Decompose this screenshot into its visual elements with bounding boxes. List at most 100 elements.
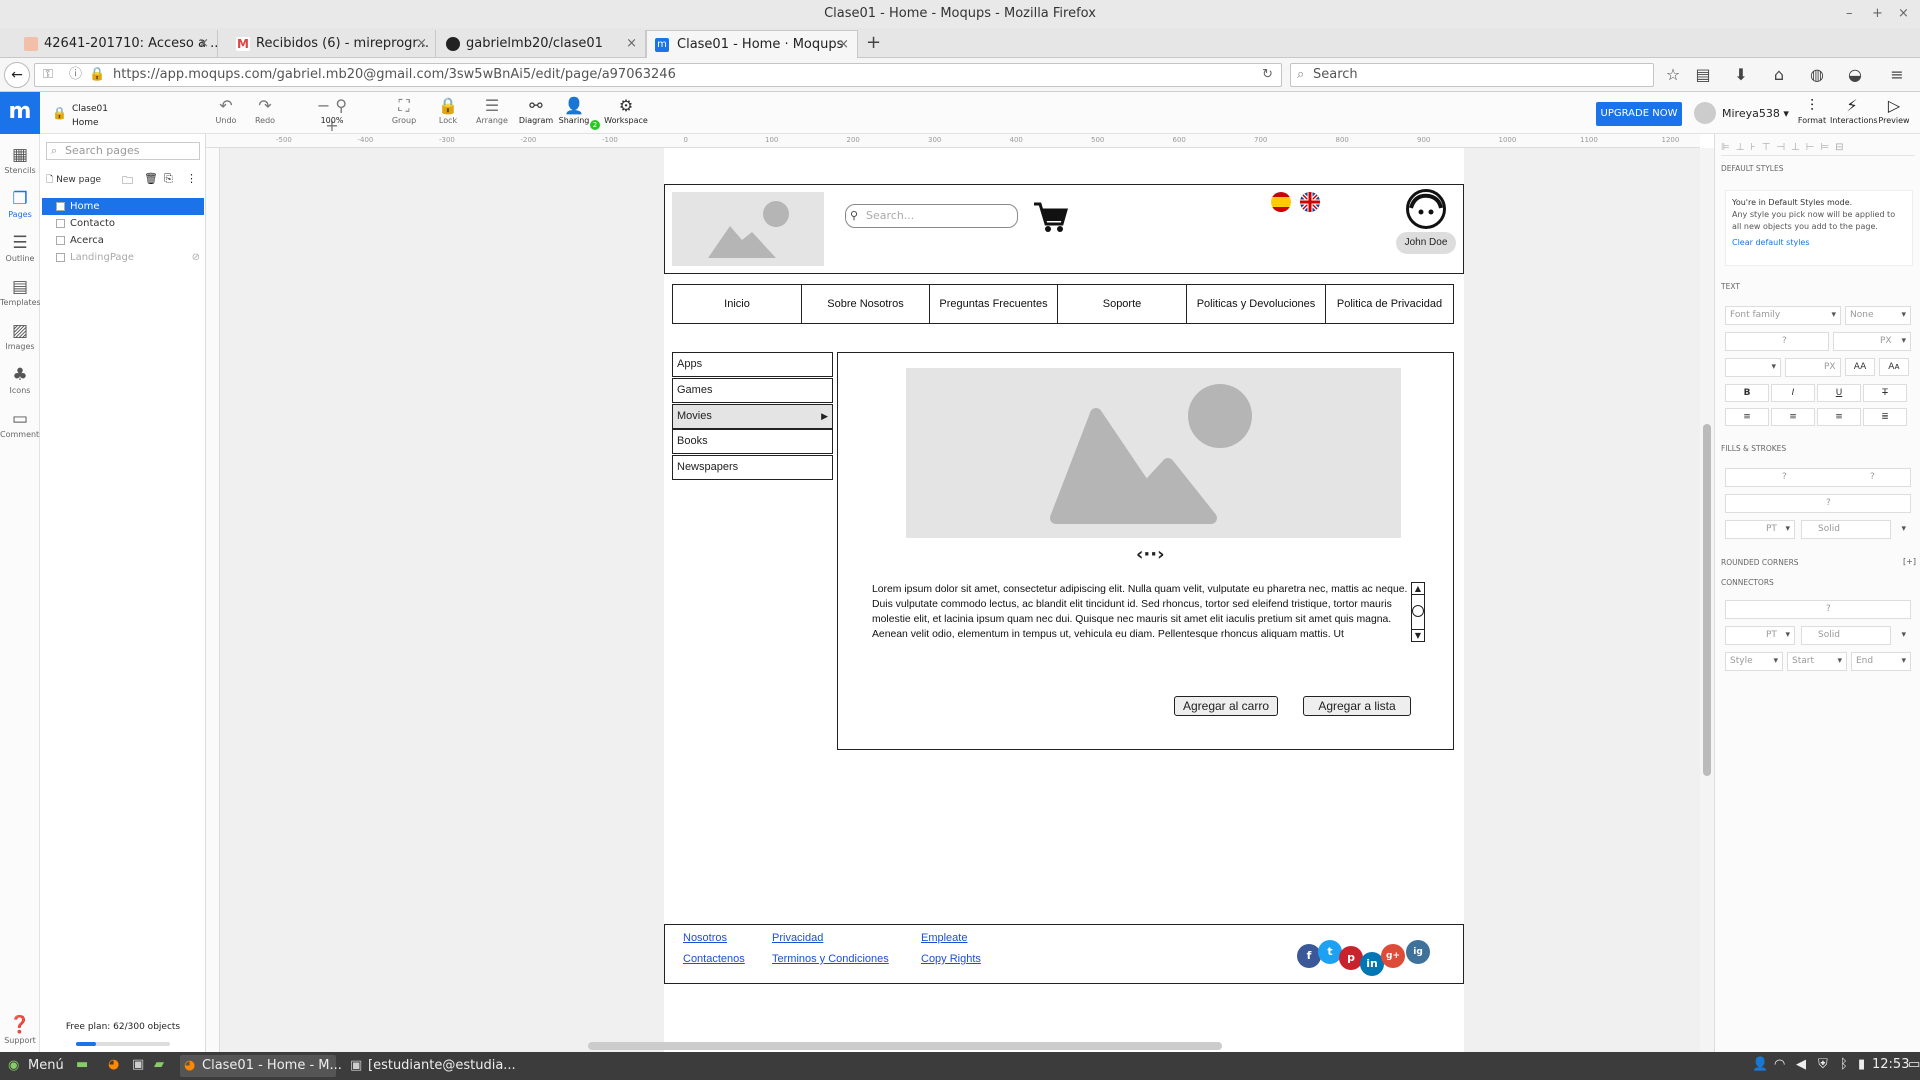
tab-close-icon[interactable]: × <box>416 30 427 58</box>
hidden-eye-icon[interactable]: ⊘ <box>192 249 200 266</box>
add-to-list-button[interactable]: Agregar a lista <box>1303 696 1411 716</box>
instagram-icon[interactable]: ig <box>1406 940 1430 964</box>
terminal-launcher-icon[interactable]: ▣ <box>132 1057 144 1072</box>
menu-item-apps[interactable]: Apps <box>672 352 833 377</box>
page-item-landingpage[interactable]: LandingPage ⊘ <box>42 249 204 266</box>
menu-item-books[interactable]: Books <box>672 429 833 454</box>
arrange-button[interactable]: ☰ Arrange <box>470 96 514 125</box>
description-scrollbar[interactable]: ▲ ▼ <box>1411 582 1425 642</box>
shield-icon[interactable]: ⛨ <box>1818 1057 1828 1072</box>
new-tab-icon[interactable]: + <box>866 32 881 53</box>
connector-color-field[interactable]: ? <box>1725 600 1911 619</box>
cart-icon[interactable] <box>1032 200 1068 237</box>
notifications-icon[interactable]: ▭ <box>1908 1057 1920 1072</box>
font-color-field[interactable]: ? <box>1725 332 1829 351</box>
align-center-icon[interactable]: ≡ <box>1771 408 1815 426</box>
scroll-thumb[interactable] <box>1412 605 1424 617</box>
underline-button[interactable]: U <box>1817 384 1861 402</box>
reading-list-icon[interactable]: ▤ <box>1692 64 1714 86</box>
page-item-acerca[interactable]: Acerca <box>42 232 204 249</box>
chat-icon[interactable]: ◍ <box>1806 64 1828 86</box>
rail-images[interactable]: ▨ Images <box>0 320 40 351</box>
page-item-contacto[interactable]: Contacto <box>42 215 204 232</box>
redo-button[interactable]: ↷ Redo <box>243 96 287 125</box>
rail-templates[interactable]: ▤ Templates <box>0 276 41 307</box>
reload-icon[interactable]: ↻ <box>1262 64 1273 86</box>
nav-preguntas-frecuentes[interactable]: Preguntas Frecuentes <box>930 285 1058 323</box>
battery-icon[interactable]: ▮ <box>1858 1057 1865 1072</box>
uk-flag-icon[interactable] <box>1300 192 1320 212</box>
page-item-home[interactable]: Home <box>42 198 204 215</box>
strikethrough-button[interactable]: T <box>1863 384 1907 402</box>
maximize-icon[interactable]: + <box>1872 0 1883 28</box>
tab-gmail[interactable]: M Recibidos (6) - mireprogr... × <box>218 30 436 58</box>
search-pages-input[interactable]: ⌕ Search pages <box>46 142 200 160</box>
italic-button[interactable]: I <box>1771 384 1815 402</box>
tab-moqups[interactable]: m Clase01 - Home · Moqups × <box>646 30 858 58</box>
menu-icon[interactable]: ≡ <box>1886 64 1908 86</box>
uppercase-button[interactable]: AA <box>1845 358 1875 376</box>
small-caps-button[interactable]: Aᴀ <box>1879 358 1909 376</box>
stroke-style-select[interactable]: Solid ▾ <box>1801 520 1906 539</box>
stroke-color-field[interactable]: ? <box>1725 494 1911 513</box>
add-to-cart-button[interactable]: Agregar al carro <box>1174 696 1278 716</box>
bold-button[interactable]: B <box>1725 384 1769 402</box>
search-field[interactable]: ⌕ Search <box>1290 63 1654 87</box>
minimize-icon[interactable]: – <box>1846 0 1853 28</box>
rail-pages[interactable]: ❐ Pages <box>0 188 40 219</box>
new-folder-icon[interactable]: 🗀 <box>122 172 133 191</box>
expand-icon[interactable]: [+] <box>1903 557 1916 566</box>
tab-moodle[interactable]: 42641-201710: Acceso a ... × <box>0 30 218 58</box>
upgrade-button[interactable]: UPGRADE NOW <box>1596 102 1682 126</box>
align-left-icon[interactable]: ≡ <box>1725 408 1769 426</box>
bluetooth-icon[interactable]: ᛒ <box>1840 1057 1848 1072</box>
mockup-search-input[interactable]: ⚲ Search... <box>845 204 1018 228</box>
facebook-icon[interactable]: f <box>1297 944 1321 968</box>
interactions-button[interactable]: ⚡ Interactions <box>1830 96 1878 125</box>
preview-button[interactable]: ▷ Preview <box>1872 96 1916 125</box>
menu-item-newspapers[interactable]: Newspapers <box>672 455 833 480</box>
footer-link-privacidad[interactable]: Privacidad <box>772 932 823 944</box>
align-tools[interactable]: ⊫⊥⊦⊤⊣⊥⊢⊨⊟ <box>1721 142 1915 156</box>
taskbar-firefox[interactable]: ◕ Clase01 - Home - M... <box>180 1055 342 1077</box>
letter-spacing-field[interactable]: PX <box>1785 358 1841 377</box>
wifi-icon[interactable]: ◠ <box>1774 1057 1785 1072</box>
nav-soporte[interactable]: Soporte <box>1058 285 1187 323</box>
scroll-up-icon[interactable]: ▲ <box>1412 583 1424 595</box>
zoom-button[interactable]: − ⚲ +100% <box>310 96 354 135</box>
download-icon[interactable]: ⬇ <box>1730 64 1752 86</box>
format-button[interactable]: ⫶ Format <box>1790 96 1834 125</box>
user-icon[interactable]: 👤 <box>1752 1057 1768 1072</box>
font-weight-select[interactable]: None ▾ <box>1845 306 1911 325</box>
project-info[interactable]: Clase01 Home <box>72 102 108 130</box>
tab-close-icon[interactable]: × <box>198 30 209 58</box>
moqups-logo-icon[interactable]: m <box>0 92 40 134</box>
nav-politica-privacidad[interactable]: Politica de Privacidad <box>1326 285 1453 323</box>
fill-color-field[interactable]: ?? <box>1725 468 1911 487</box>
duplicate-icon[interactable]: ⎘ <box>164 172 173 186</box>
mockup-navbar[interactable]: Inicio Sobre Nosotros Preguntas Frecuent… <box>672 284 1454 324</box>
vertical-scroll-thumb[interactable] <box>1703 424 1711 776</box>
line-start-select[interactable]: Start ▾ <box>1787 652 1847 671</box>
avatar[interactable] <box>1694 102 1716 124</box>
vertical-scrollbar[interactable] <box>1700 148 1714 1052</box>
menu-item-games[interactable]: Games <box>672 378 833 403</box>
bookmark-star-icon[interactable]: ☆ <box>1662 64 1684 86</box>
footer-link-terminos[interactable]: Terminos y Condiciones <box>772 953 889 965</box>
back-icon[interactable]: ← <box>4 62 30 88</box>
rail-comments[interactable]: ▭ Comments <box>0 408 43 439</box>
new-page-button[interactable]: 🗋 New page <box>46 172 101 188</box>
connector-width-field[interactable]: PT ▾ <box>1725 626 1795 645</box>
scroll-down-icon[interactable]: ▼ <box>1412 629 1424 641</box>
user-face-icon[interactable] <box>1406 189 1446 229</box>
show-desktop-icon[interactable]: ▬ <box>76 1057 88 1072</box>
nav-sobre-nosotros[interactable]: Sobre Nosotros <box>802 285 930 323</box>
firefox-launcher-icon[interactable]: ◕ <box>108 1057 119 1072</box>
footer-link-copy-rights[interactable]: Copy Rights <box>921 953 981 965</box>
align-justify-icon[interactable]: ≣ <box>1863 408 1907 426</box>
tab-close-icon[interactable]: × <box>838 31 849 58</box>
clear-default-styles-link[interactable]: Clear default styles <box>1732 237 1906 249</box>
line-end-select[interactable]: End ▾ <box>1851 652 1911 671</box>
home-icon[interactable]: ⌂ <box>1768 64 1790 86</box>
nav-politicas-devoluciones[interactable]: Politicas y Devoluciones <box>1187 285 1326 323</box>
